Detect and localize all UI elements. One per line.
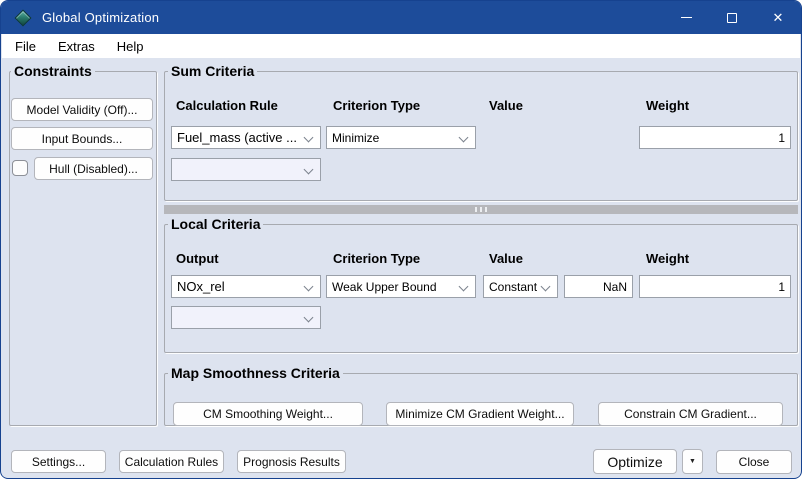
sum-weight-header: Weight <box>646 98 689 113</box>
menu-file[interactable]: File <box>4 34 47 58</box>
minimize-icon <box>681 17 692 18</box>
dialog-content: Constraints Model Validity (Off)... Inpu… <box>2 58 800 477</box>
minimize-cm-gradient-weight-button[interactable]: Minimize CM Gradient Weight... <box>386 402 574 426</box>
sum-calculation-rule-header: Calculation Rule <box>176 98 278 113</box>
minimize-button[interactable] <box>663 1 709 34</box>
local-weight-input[interactable] <box>639 275 791 298</box>
local-output-value: NOx_rel <box>177 279 225 294</box>
sum-criterion-type-value: Minimize <box>332 131 379 145</box>
chevron-down-icon <box>304 165 314 175</box>
prognosis-results-button[interactable]: Prognosis Results <box>237 450 346 473</box>
local-criterion-type-header: Criterion Type <box>333 251 420 266</box>
local-criterion-type-value: Weak Upper Bound <box>332 280 437 294</box>
chevron-down-icon <box>459 282 469 292</box>
maximize-icon <box>727 13 737 23</box>
sum-calculation-rule-value: Fuel_mass (active ... <box>177 130 297 145</box>
hull-checkbox[interactable] <box>12 160 28 176</box>
sum-criteria-group-title: Sum Criteria <box>168 64 257 78</box>
constraints-group: Constraints Model Validity (Off)... Inpu… <box>9 64 157 426</box>
chevron-down-icon <box>541 282 551 292</box>
global-optimization-window: Global Optimization ✕ File Extras Help C… <box>0 0 802 479</box>
close-icon: ✕ <box>773 11 784 24</box>
menu-help[interactable]: Help <box>106 34 155 58</box>
chevron-down-icon <box>459 133 469 143</box>
settings-button[interactable]: Settings... <box>11 450 106 473</box>
local-value-mode-value: Constant <box>489 280 537 294</box>
map-smoothness-group-title: Map Smoothness Criteria <box>168 366 343 380</box>
local-output-dropdown[interactable]: NOx_rel <box>171 275 321 298</box>
menu-bar: File Extras Help <box>2 34 800 58</box>
local-new-output-dropdown[interactable] <box>171 306 321 329</box>
dropdown-arrow-icon: ▼ <box>689 458 696 465</box>
close-dialog-button[interactable]: Close <box>716 450 792 474</box>
optimize-dropdown-button[interactable]: ▼ <box>682 449 703 474</box>
sum-criteria-group: Sum Criteria Calculation Rule Criterion … <box>164 64 798 201</box>
window-title: Global Optimization <box>42 10 159 25</box>
local-value-mode-dropdown[interactable]: Constant <box>483 275 558 298</box>
optimize-button[interactable]: Optimize <box>593 449 677 474</box>
local-value-header: Value <box>489 251 523 266</box>
input-bounds-button[interactable]: Input Bounds... <box>11 127 153 150</box>
constrain-cm-gradient-button[interactable]: Constrain CM Gradient... <box>598 402 783 426</box>
menu-extras[interactable]: Extras <box>47 34 106 58</box>
local-value-input[interactable] <box>564 275 633 298</box>
sum-new-rule-dropdown[interactable] <box>171 158 321 181</box>
hull-button[interactable]: Hull (Disabled)... <box>34 157 153 180</box>
local-weight-header: Weight <box>646 251 689 266</box>
maximize-button[interactable] <box>709 1 755 34</box>
cm-smoothing-weight-button[interactable]: CM Smoothing Weight... <box>173 402 363 426</box>
local-criterion-type-dropdown[interactable]: Weak Upper Bound <box>326 275 476 298</box>
sum-value-header: Value <box>489 98 523 113</box>
chevron-down-icon <box>304 133 314 143</box>
constraints-group-title: Constraints <box>11 64 95 78</box>
local-criteria-group-title: Local Criteria <box>168 217 263 231</box>
local-criteria-group: Local Criteria Output Criterion Type Val… <box>164 217 798 353</box>
horizontal-splitter[interactable] <box>164 205 798 214</box>
title-bar: Global Optimization ✕ <box>1 1 801 34</box>
app-icon <box>14 9 32 27</box>
chevron-down-icon <box>304 313 314 323</box>
close-button[interactable]: ✕ <box>755 1 801 34</box>
chevron-down-icon <box>304 282 314 292</box>
local-output-header: Output <box>176 251 219 266</box>
sum-criterion-type-header: Criterion Type <box>333 98 420 113</box>
sum-criterion-type-dropdown[interactable]: Minimize <box>326 126 476 149</box>
model-validity-button[interactable]: Model Validity (Off)... <box>11 98 153 121</box>
sum-calculation-rule-dropdown[interactable]: Fuel_mass (active ... <box>171 126 321 149</box>
map-smoothness-group: Map Smoothness Criteria CM Smoothing Wei… <box>164 366 798 426</box>
calculation-rules-button[interactable]: Calculation Rules <box>119 450 224 473</box>
sum-weight-input[interactable] <box>639 126 791 149</box>
